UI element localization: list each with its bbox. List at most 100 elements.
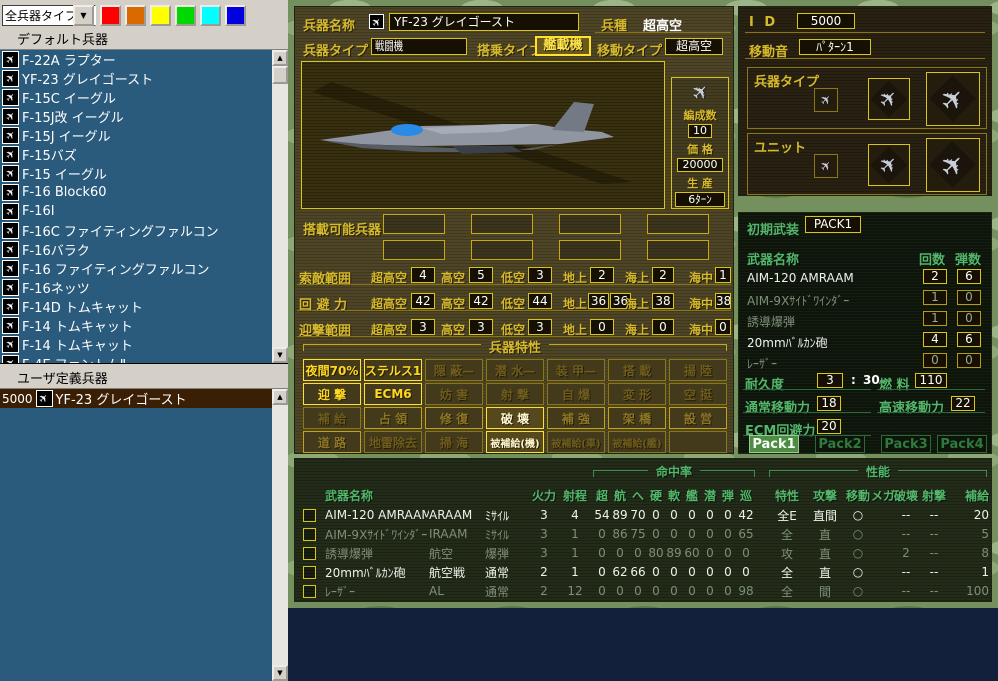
color-swatch-blue[interactable] [225, 4, 246, 26]
trait-cell[interactable]: 揚 陸 [669, 359, 727, 381]
list-item[interactable]: ✈ F-16 ファイティングファルコン [0, 259, 288, 278]
payload-slot[interactable] [559, 214, 621, 234]
scroll-up-icon[interactable]: ▲ [272, 50, 288, 66]
pack1-button[interactable]: Pack1 [749, 435, 799, 453]
weapon-row[interactable]: ﾚｰｻﾞｰ AL 通常 2 12 0 0 0 0 0 0 0 0 98 全間 ○ -- -- 100 [295, 583, 993, 599]
unit-name-field[interactable]: YF-23 グレイゴースト [389, 13, 579, 31]
payload-slot[interactable] [471, 240, 533, 260]
list-item[interactable]: ✈ F-14 トムキャット [0, 335, 288, 354]
trait-cell[interactable]: 空 挺 [669, 383, 727, 405]
count-field[interactable]: 4 [923, 332, 947, 347]
list-item[interactable]: ✈ F-16バラク [0, 240, 288, 259]
row-checkbox[interactable] [303, 508, 316, 522]
row-checkbox[interactable] [303, 546, 316, 560]
count-field[interactable]: 2 [923, 269, 947, 284]
count-field[interactable]: 1 [923, 311, 947, 326]
chevron-down-icon[interactable]: ▼ [73, 4, 94, 26]
weapon-row[interactable]: 20mmﾊﾞﾙｶﾝ砲 航空戦 通常 2 1 0 62 66 0 0 0 0 0 0 全直 ○ -- -… [295, 564, 993, 580]
pack3-button[interactable]: Pack3 [881, 435, 931, 453]
row-checkbox[interactable] [303, 527, 316, 541]
list-item[interactable]: ✈ F-16I [0, 202, 288, 221]
payload-slot[interactable] [471, 214, 533, 234]
list-item[interactable]: ✈ F-15バズ [0, 145, 288, 164]
pack4-button[interactable]: Pack4 [937, 435, 987, 453]
trait-cell[interactable]: 潜 水— [486, 359, 544, 381]
list-item[interactable]: ✈ F-16C ファイティングファルコン [0, 221, 288, 240]
trait-cell[interactable]: 設 営 [669, 407, 727, 429]
scrollbar-thumb[interactable] [272, 66, 288, 84]
weapon-type-field[interactable]: 戦闘機 [371, 38, 467, 55]
trait-cell[interactable]: 地雷除去 [364, 431, 422, 453]
trait-cell[interactable]: 被補給(機) [486, 431, 544, 453]
list-item[interactable]: ✈ F-14 トムキャット [0, 316, 288, 335]
color-swatch-green[interactable] [175, 4, 196, 26]
trait-cell[interactable]: 夜間70% [303, 359, 361, 381]
trait-cell[interactable] [669, 431, 727, 453]
ammo-field[interactable]: 0 [957, 353, 981, 368]
trait-cell[interactable]: 架 橋 [608, 407, 666, 429]
trait-cell[interactable]: 隠 蔽— [425, 359, 483, 381]
unit-icon-small[interactable]: ✈ [814, 154, 838, 178]
trait-cell[interactable]: 掃 海 [425, 431, 483, 453]
default-list-scrollbar[interactable]: ▲ ▼ [272, 50, 288, 363]
color-swatch-cyan[interactable] [200, 4, 221, 26]
list-item[interactable]: ✈ F-15 イーグル [0, 164, 288, 183]
pack-field[interactable]: PACK1 [805, 216, 861, 233]
list-item[interactable]: ✈F-4E ファントムⅡ [0, 354, 288, 363]
ammo-field[interactable]: 0 [957, 290, 981, 305]
list-item-selected[interactable]: 5000 ✈ YF-23 グレイゴースト [0, 389, 288, 408]
payload-slot[interactable] [383, 240, 445, 260]
trait-cell[interactable]: 被補給(車) [547, 431, 605, 453]
unit-icon-medium[interactable]: ✈ [868, 144, 910, 186]
weapon-row[interactable]: AIM-9Xｻｲﾄﾞﾜｲﾝﾀﾞｰ IRAAM ﾐｻｲﾙ 3 1 0 86 75 0 0 0… [295, 526, 993, 542]
type-icon-small[interactable]: ✈ [814, 88, 838, 112]
list-item[interactable]: ✈ F-16 Block60 [0, 183, 288, 202]
scroll-up-icon[interactable]: ▲ [272, 389, 288, 405]
list-item[interactable]: ✈ F-22A ラプター [0, 50, 288, 69]
count-field[interactable]: 1 [923, 290, 947, 305]
type-icon-medium[interactable]: ✈ [868, 78, 910, 120]
trait-cell[interactable]: 変 形 [608, 383, 666, 405]
trait-cell[interactable]: 装 甲— [547, 359, 605, 381]
list-item[interactable]: ✈ F-16ネッツ [0, 278, 288, 297]
trait-cell[interactable]: 搭 載 [608, 359, 666, 381]
payload-slot[interactable] [647, 240, 709, 260]
list-item[interactable]: ✈ YF-23 グレイゴースト [0, 69, 288, 88]
color-swatch-red[interactable] [100, 4, 121, 26]
trait-cell[interactable]: 被補給(艦) [608, 431, 666, 453]
payload-slot[interactable] [647, 214, 709, 234]
row-checkbox[interactable] [303, 565, 316, 579]
trait-cell[interactable]: ステルス1 [364, 359, 422, 381]
ammo-field[interactable]: 6 [957, 332, 981, 347]
trait-cell[interactable]: ECM6 [364, 383, 422, 405]
trait-cell[interactable]: 占 領 [364, 407, 422, 429]
trait-cell[interactable]: 補 強 [547, 407, 605, 429]
weapon-row[interactable]: 誘導爆弾 航空 爆弾 3 1 0 0 0 80 89 60 0 0 0 攻直 ○ 2 -- 8 [295, 545, 993, 561]
weapon-row[interactable]: AIM-120 AMRAAM ARAAM ﾐｻｲﾙ 3 4 54 89 70 0 0 0 0… [295, 507, 993, 523]
list-item[interactable]: ✈ F-15J改 イーグル [0, 107, 288, 126]
trait-cell[interactable]: 自 爆 [547, 383, 605, 405]
trait-cell[interactable]: 破 壊 [486, 407, 544, 429]
color-swatch-yellow[interactable] [150, 4, 171, 26]
payload-slot[interactable] [383, 214, 445, 234]
trait-cell[interactable]: 道 路 [303, 431, 361, 453]
trait-cell[interactable]: 妨 害 [425, 383, 483, 405]
unit-icon-large[interactable]: ✈ [926, 138, 980, 192]
carrier-based-button[interactable]: 艦載機 [535, 36, 591, 56]
trait-cell[interactable]: 補 給 [303, 407, 361, 429]
row-checkbox[interactable] [303, 584, 316, 598]
user-list-scrollbar[interactable]: ▲ ▼ [272, 389, 288, 681]
trait-cell[interactable]: 迎 撃 [303, 383, 361, 405]
list-item[interactable]: ✈ F-15C イーグル [0, 88, 288, 107]
move-type-field[interactable]: 超高空 [665, 38, 723, 55]
scroll-down-icon[interactable]: ▼ [272, 665, 288, 681]
ammo-field[interactable]: 0 [957, 311, 981, 326]
trait-cell[interactable]: 修 復 [425, 407, 483, 429]
price-value[interactable]: 20000 [677, 158, 723, 172]
type-icon-large[interactable]: ✈ [926, 72, 980, 126]
list-item[interactable]: ✈ F-14D トムキャット [0, 297, 288, 316]
trait-cell[interactable]: 射 撃 [486, 383, 544, 405]
formation-count[interactable]: 10 [688, 124, 712, 138]
count-field[interactable]: 0 [923, 353, 947, 368]
scroll-down-icon[interactable]: ▼ [272, 347, 288, 363]
